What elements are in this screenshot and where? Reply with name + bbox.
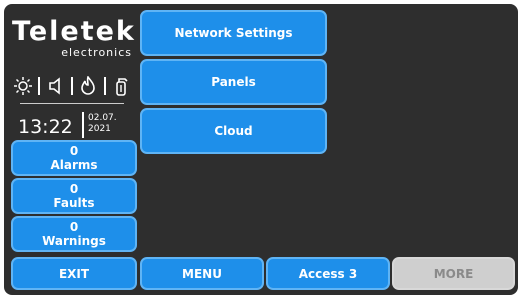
more-button[interactable]: MORE (392, 257, 515, 290)
warnings-button[interactable]: 0 Warnings (11, 216, 137, 252)
speaker-icon[interactable] (45, 75, 67, 97)
status-icons-row (12, 74, 132, 98)
icon-separator (70, 77, 73, 95)
exit-button[interactable]: EXIT (11, 257, 137, 290)
panels-button[interactable]: Panels (140, 59, 327, 105)
icon-separator (38, 77, 41, 95)
exit-label: EXIT (58, 266, 90, 281)
alarms-label: Alarms (50, 158, 98, 172)
divider (20, 103, 124, 104)
clock-date: 02.07. 2021 (88, 113, 117, 135)
cloud-label: Cloud (214, 124, 253, 138)
network-settings-button[interactable]: Network Settings (140, 10, 327, 56)
faults-button[interactable]: 0 Faults (11, 178, 137, 214)
extinguisher-icon[interactable] (110, 75, 132, 97)
alarms-count: 0 (69, 144, 79, 158)
clock-time: 13:22 (18, 116, 73, 138)
fire-icon[interactable] (77, 75, 99, 97)
network-settings-label: Network Settings (174, 26, 293, 40)
warnings-label: Warnings (42, 234, 106, 248)
brightness-icon[interactable] (12, 75, 34, 97)
teletek-logo: Teletek electronics (12, 16, 136, 62)
date-day-month: 02.07. (88, 113, 117, 123)
time-date-separator (82, 112, 84, 138)
logo-brand: Teletek (12, 16, 136, 47)
faults-count: 0 (69, 182, 79, 196)
alarms-button[interactable]: 0 Alarms (11, 140, 137, 176)
date-year: 2021 (88, 124, 111, 134)
warnings-count: 0 (69, 220, 79, 234)
access-level-button[interactable]: Access 3 (266, 257, 390, 290)
icon-separator (103, 77, 106, 95)
menu-label: MENU (182, 266, 222, 281)
panels-label: Panels (211, 75, 256, 89)
logo-sub: electronics (61, 46, 132, 59)
menu-button[interactable]: MENU (140, 257, 264, 290)
cloud-button[interactable]: Cloud (140, 108, 327, 154)
panel-screen: Teletek electronics 13:22 02.07. 2021 0 … (4, 4, 518, 295)
more-label: MORE (433, 266, 474, 281)
faults-label: Faults (53, 196, 95, 210)
access-level-label: Access 3 (298, 266, 358, 281)
